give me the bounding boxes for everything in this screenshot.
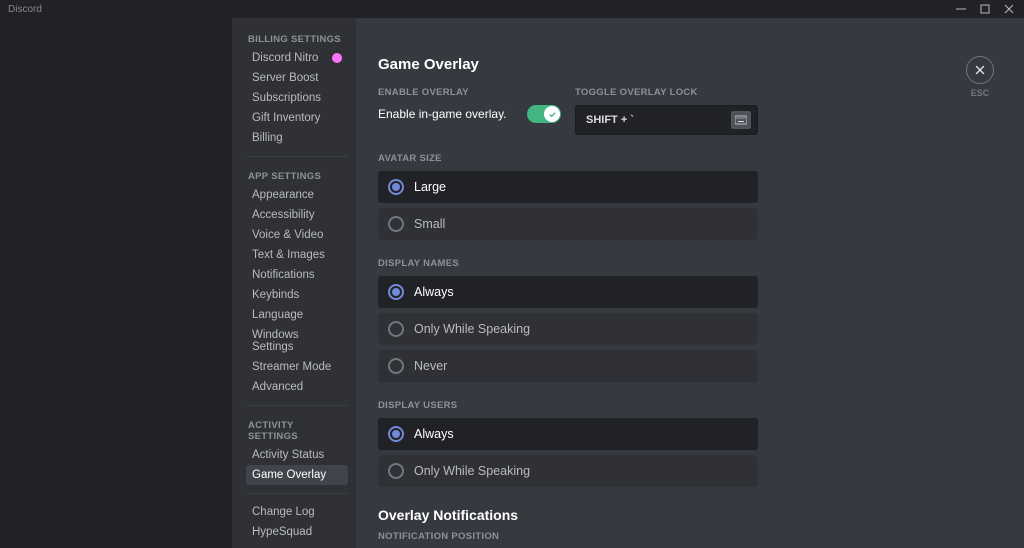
sidebar-item-hypesquad[interactable]: HypeSquad [246, 522, 348, 542]
settings-sidebar: BILLING SETTINGS Discord Nitro Server Bo… [232, 18, 356, 548]
notification-position-label: NOTIFICATION POSITION [378, 531, 758, 542]
close-settings-button[interactable] [966, 56, 994, 84]
check-icon [548, 110, 557, 119]
avatar-size-large[interactable]: Large [378, 171, 758, 203]
overlay-notifications-title: Overlay Notifications [378, 507, 758, 523]
sidebar-item-voice-video[interactable]: Voice & Video [246, 225, 348, 245]
close-window-button[interactable] [998, 1, 1020, 17]
radio-icon [388, 284, 404, 300]
display-names-speaking[interactable]: Only While Speaking [378, 313, 758, 345]
sidebar-item-accessibility[interactable]: Accessibility [246, 205, 348, 225]
sidebar-item-streamer-mode[interactable]: Streamer Mode [246, 357, 348, 377]
enable-overlay-text: Enable in-game overlay. [378, 107, 507, 121]
settings-content: Game Overlay ENABLE OVERLAY Enable in-ga… [356, 18, 786, 548]
sidebar-item-windows-settings[interactable]: Windows Settings [246, 325, 348, 357]
sidebar-separator [246, 405, 348, 406]
sidebar-separator [246, 156, 348, 157]
sidebar-item-advanced[interactable]: Advanced [246, 377, 348, 397]
avatar-size-small[interactable]: Small [378, 208, 758, 240]
keyboard-icon [731, 111, 751, 129]
sidebar-item-nitro[interactable]: Discord Nitro [246, 48, 348, 68]
radio-icon [388, 358, 404, 374]
display-users-label: DISPLAY USERS [378, 400, 758, 411]
sidebar-header-billing: BILLING SETTINGS [246, 28, 348, 48]
maximize-button[interactable] [974, 1, 996, 17]
avatar-size-group: Large Small [378, 171, 758, 240]
radio-icon [388, 463, 404, 479]
radio-icon [388, 321, 404, 337]
radio-icon [388, 426, 404, 442]
sidebar-item-notifications[interactable]: Notifications [246, 265, 348, 285]
display-names-always[interactable]: Always [378, 276, 758, 308]
close-icon [973, 63, 987, 77]
enable-overlay-label: ENABLE OVERLAY [378, 87, 561, 98]
sidebar-separator [246, 493, 348, 494]
sidebar-item-appearance[interactable]: Appearance [246, 185, 348, 205]
display-names-group: Always Only While Speaking Never [378, 276, 758, 382]
sidebar-item-language[interactable]: Language [246, 305, 348, 325]
sidebar-item-game-overlay[interactable]: Game Overlay [246, 465, 348, 485]
sidebar-item-gift-inventory[interactable]: Gift Inventory [246, 108, 348, 128]
sidebar-header-app: APP SETTINGS [246, 165, 348, 185]
display-users-always[interactable]: Always [378, 418, 758, 450]
radio-icon [388, 179, 404, 195]
display-users-speaking[interactable]: Only While Speaking [378, 455, 758, 487]
display-names-label: DISPLAY NAMES [378, 258, 758, 269]
page-title: Game Overlay [378, 56, 758, 73]
avatar-size-label: AVATAR SIZE [378, 153, 758, 164]
enable-overlay-toggle[interactable] [527, 105, 561, 123]
keybind-value: SHIFT + ` [586, 114, 634, 126]
left-gutter [0, 18, 232, 548]
nitro-badge-icon [332, 53, 342, 63]
sidebar-item-keybinds[interactable]: Keybinds [246, 285, 348, 305]
sidebar-header-activity: ACTIVITY SETTINGS [246, 414, 348, 445]
sidebar-item-billing[interactable]: Billing [246, 128, 348, 148]
toggle-lock-label: TOGGLE OVERLAY LOCK [575, 87, 758, 98]
titlebar: Discord [0, 0, 1024, 18]
sidebar-item-activity-status[interactable]: Activity Status [246, 445, 348, 465]
sidebar-item-change-log[interactable]: Change Log [246, 502, 348, 522]
toggle-lock-keybind[interactable]: SHIFT + ` [575, 105, 758, 135]
minimize-button[interactable] [950, 1, 972, 17]
esc-label: ESC [971, 88, 990, 98]
display-users-group: Always Only While Speaking [378, 418, 758, 487]
radio-icon [388, 216, 404, 232]
sidebar-item-subscriptions[interactable]: Subscriptions [246, 88, 348, 108]
window-title: Discord [4, 4, 950, 15]
sidebar-item-server-boost[interactable]: Server Boost [246, 68, 348, 88]
sidebar-item-text-images[interactable]: Text & Images [246, 245, 348, 265]
display-names-never[interactable]: Never [378, 350, 758, 382]
